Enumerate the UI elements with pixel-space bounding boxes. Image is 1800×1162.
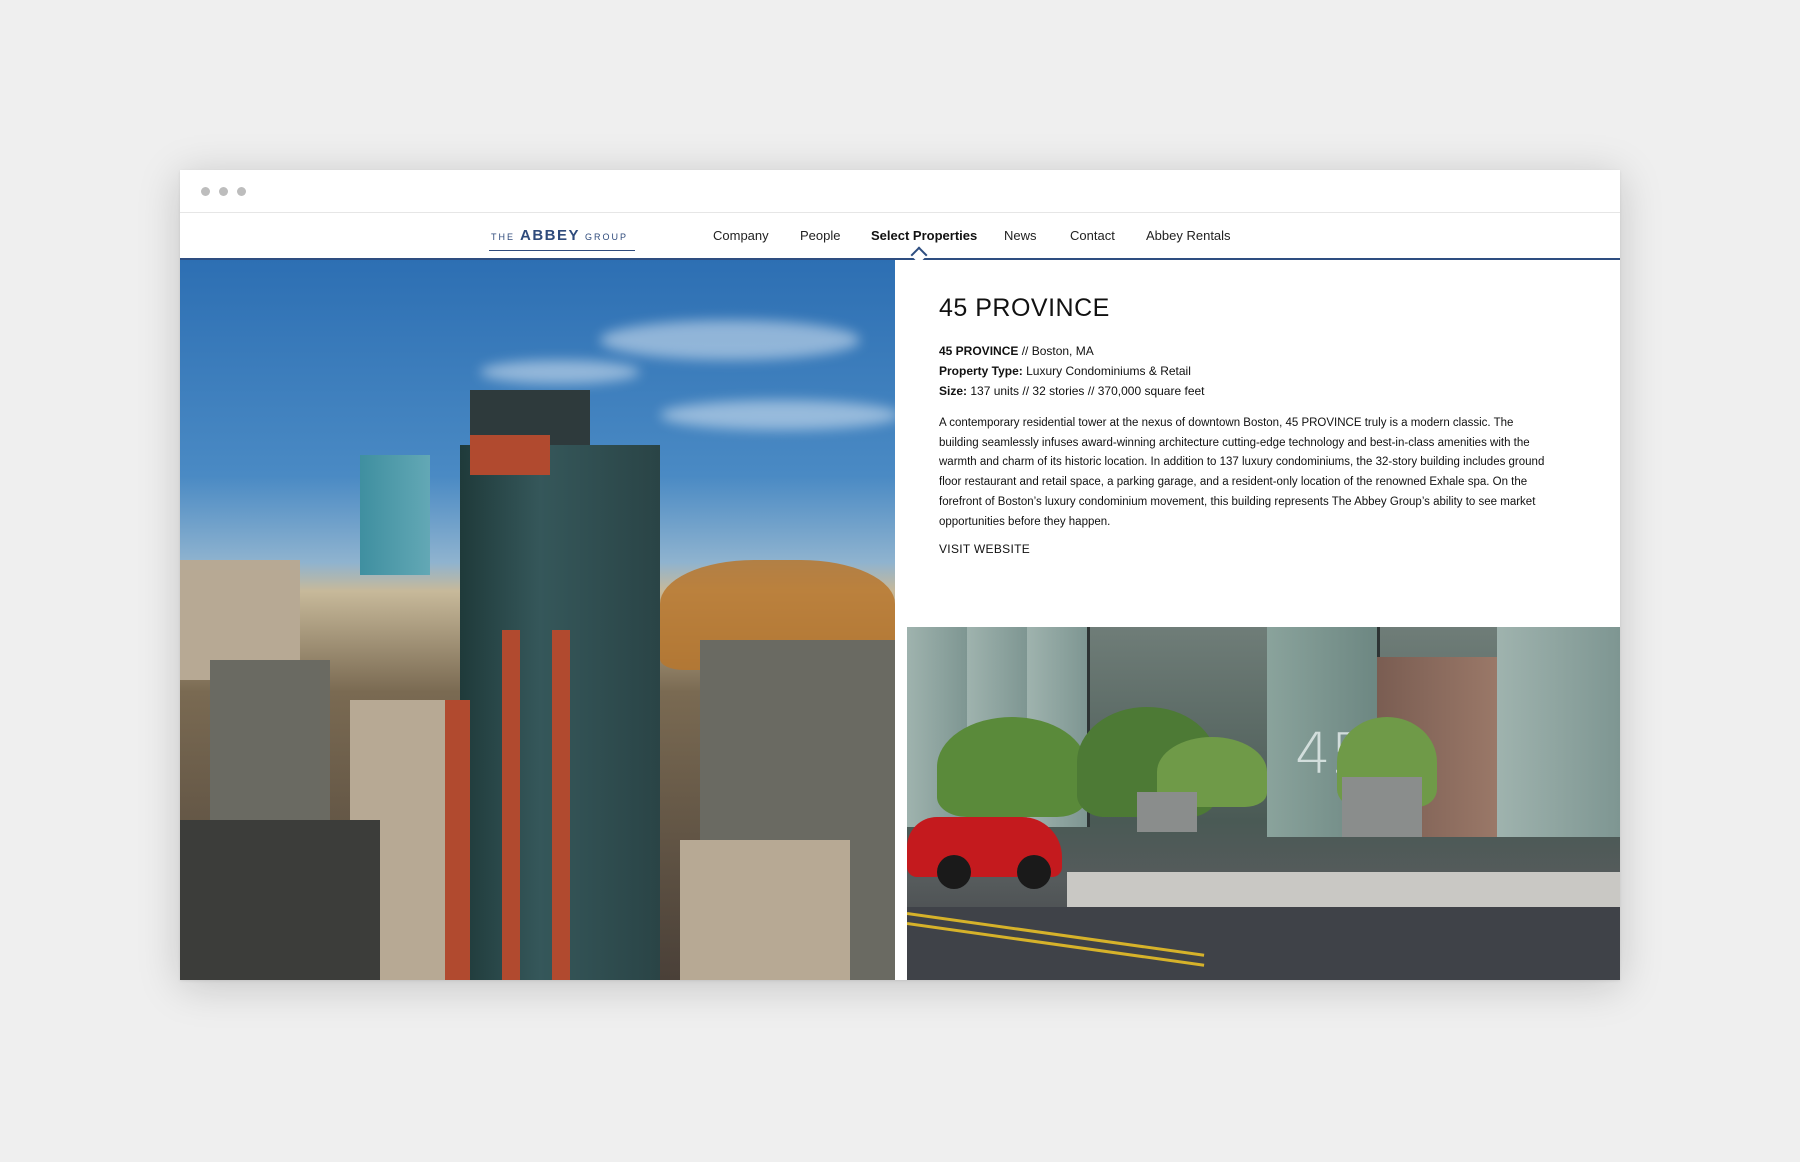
- browser-titlebar: [180, 170, 1620, 213]
- nav-item-select-properties[interactable]: Select Properties: [871, 228, 977, 243]
- nav-item-abbey-rentals[interactable]: Abbey Rentals: [1146, 228, 1231, 243]
- fact-location: // Boston, MA: [1018, 344, 1094, 358]
- visit-website-link[interactable]: VISIT WEBSITE: [939, 542, 1030, 556]
- window-maximize-dot[interactable]: [237, 187, 246, 196]
- nav-item-news[interactable]: News: [1004, 228, 1037, 243]
- fact-type-row: Property Type: Luxury Condominiums & Ret…: [939, 361, 1205, 381]
- nav-item-company[interactable]: Company: [713, 228, 769, 243]
- fact-type-value: Luxury Condominiums & Retail: [1022, 364, 1191, 378]
- logo-prefix: THE: [491, 232, 515, 242]
- fact-size-row: Size: 137 units // 32 stories // 370,000…: [939, 381, 1205, 401]
- logo-suffix: GROUP: [585, 232, 629, 242]
- nav-item-contact[interactable]: Contact: [1070, 228, 1115, 243]
- site-navbar: THE ABBEY GROUP Company People Select Pr…: [180, 213, 1620, 264]
- fact-name-label: 45 PROVINCE: [939, 344, 1019, 358]
- background-skyscraper: [360, 455, 430, 575]
- fact-name-row: 45 PROVINCE // Boston, MA: [939, 341, 1205, 361]
- property-details: 45 PROVINCE 45 PROVINCE // Boston, MA Pr…: [895, 260, 1620, 622]
- site-logo[interactable]: THE ABBEY GROUP: [489, 227, 636, 251]
- fact-type-label: Property Type:: [939, 364, 1023, 378]
- window-minimize-dot[interactable]: [219, 187, 228, 196]
- fact-size-value: 137 units // 32 stories // 370,000 squar…: [967, 384, 1205, 398]
- building-entrance-photo: 45: [907, 627, 1620, 980]
- browser-window: THE ABBEY GROUP Company People Select Pr…: [180, 170, 1620, 980]
- property-facts: 45 PROVINCE // Boston, MA Property Type:…: [939, 341, 1205, 401]
- window-close-dot[interactable]: [201, 187, 210, 196]
- fact-size-label: Size:: [939, 384, 968, 398]
- logo-name: ABBEY: [520, 227, 581, 244]
- nav-item-people[interactable]: People: [800, 228, 840, 243]
- property-title: 45 PROVINCE: [939, 294, 1110, 322]
- property-description: A contemporary residential tower at the …: [939, 417, 1545, 528]
- street: [907, 907, 1620, 980]
- tower-aerial-photo: [180, 260, 900, 980]
